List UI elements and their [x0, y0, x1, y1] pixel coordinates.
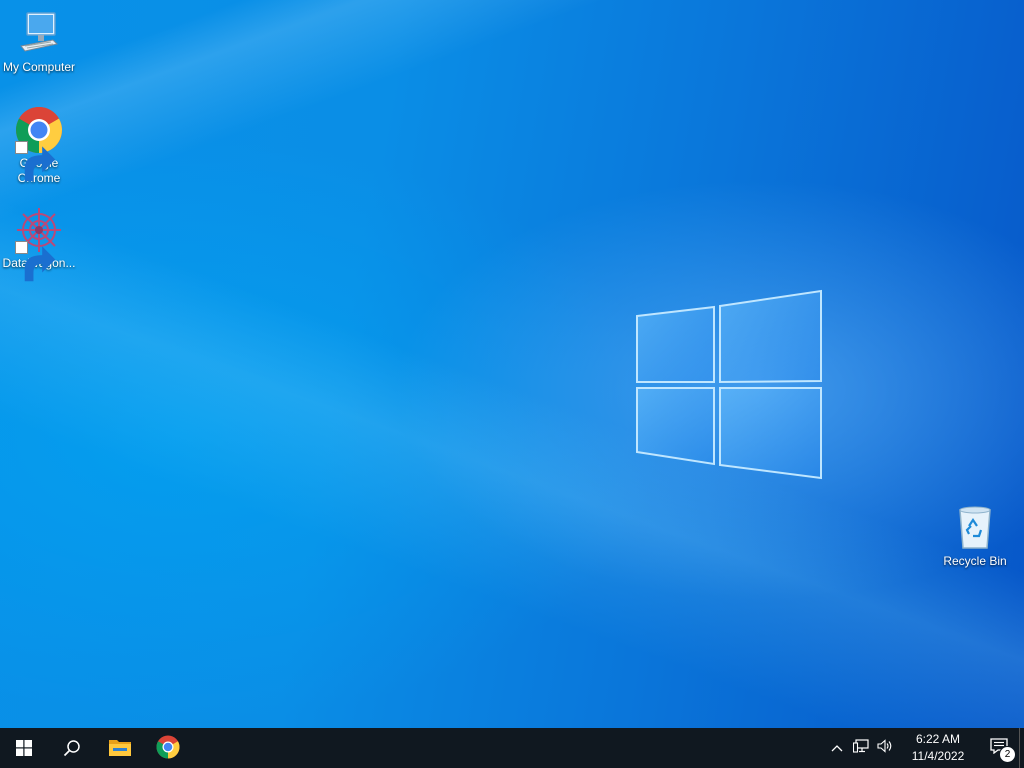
- network-icon: [852, 738, 869, 758]
- desktop-icon-my-computer[interactable]: My Computer: [0, 10, 78, 75]
- action-center-button[interactable]: 2: [979, 728, 1019, 768]
- light-beam: [0, 0, 1024, 728]
- desktop[interactable]: My Computer Google Chrome: [0, 0, 1024, 728]
- show-desktop-button[interactable]: [1019, 728, 1024, 768]
- show-hidden-icons-button[interactable]: [825, 728, 849, 768]
- volume-icon: [877, 738, 893, 758]
- system-tray: 6:22 AM 11/4/2022 2: [825, 728, 1024, 768]
- shortcut-arrow-icon: [15, 241, 56, 282]
- desktop-icon-datawagon[interactable]: DataWagon...: [0, 206, 78, 282]
- shortcut-arrow-icon: [15, 141, 56, 182]
- clock[interactable]: 6:22 AM 11/4/2022: [903, 731, 973, 765]
- light-beam: [0, 0, 1024, 728]
- start-button[interactable]: [0, 728, 48, 768]
- taskbar-file-explorer[interactable]: [96, 728, 144, 768]
- search-icon: [63, 739, 81, 757]
- chevron-up-icon: [831, 739, 843, 757]
- network-button[interactable]: [849, 728, 873, 768]
- chrome-icon: [15, 106, 63, 182]
- desktop-icon-recycle-bin[interactable]: Recycle Bin: [936, 504, 1014, 569]
- notification-count-badge: 2: [999, 746, 1016, 763]
- desktop-icon-google-chrome[interactable]: Google Chrome: [0, 106, 78, 186]
- chrome-icon: [156, 735, 180, 759]
- clock-time: 6:22 AM: [915, 732, 961, 746]
- volume-button[interactable]: [873, 728, 897, 768]
- datawagon-icon: [15, 206, 63, 282]
- search-button[interactable]: [48, 728, 96, 768]
- computer-icon: [15, 10, 63, 58]
- clock-date: 11/4/2022: [911, 749, 965, 763]
- windows-start-icon: [16, 740, 32, 756]
- taskbar: 6:22 AM 11/4/2022 2: [0, 728, 1024, 768]
- windows-logo-wallpaper: [620, 280, 850, 490]
- taskbar-google-chrome[interactable]: [144, 728, 192, 768]
- desktop-icon-label: My Computer: [2, 60, 76, 74]
- desktop-icon-label: Recycle Bin: [943, 554, 1007, 568]
- recycle-bin-icon: [951, 504, 999, 552]
- file-explorer-icon: [108, 737, 132, 757]
